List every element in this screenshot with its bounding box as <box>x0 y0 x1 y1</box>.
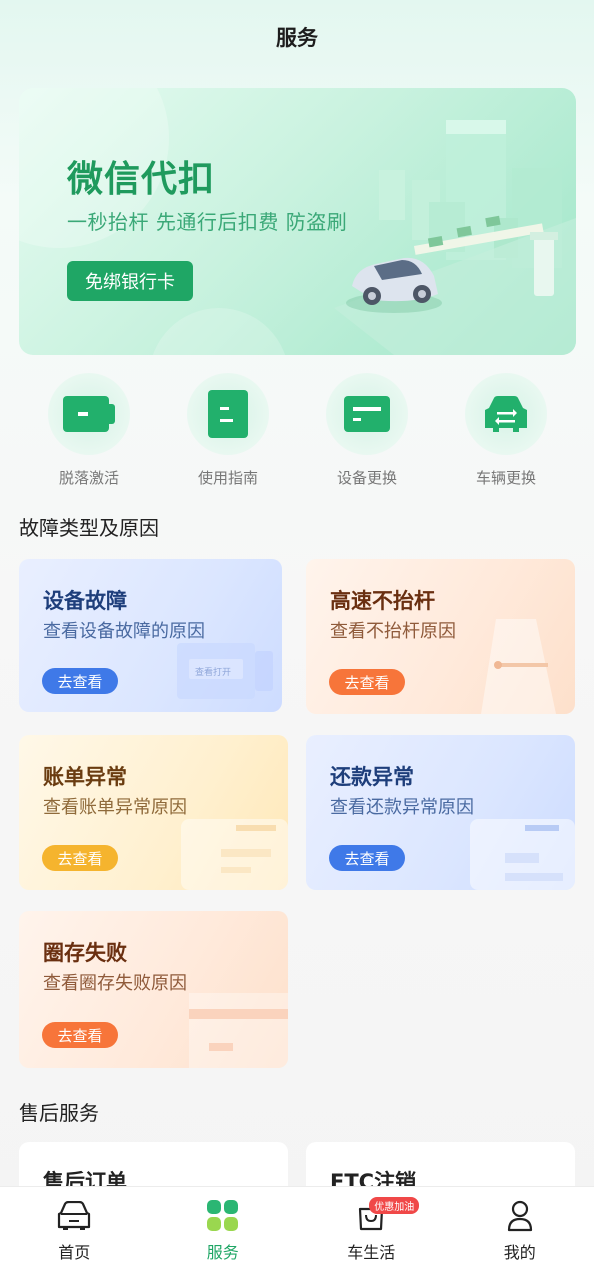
fault-card-no-lift[interactable]: 高速不抬杆 查看不抬杆原因 去查看 <box>306 559 575 714</box>
fault-card-desc: 查看不抬杆原因 <box>330 621 456 642</box>
banner-subtitle: 一秒抬杆 先通行后扣费 防盗刷 <box>67 210 348 234</box>
quick-action-label: 脱落激活 <box>58 469 119 487</box>
fault-card-desc: 查看还款异常原因 <box>330 797 474 818</box>
quick-actions: 脱落激活 使用指南 设备更换 车辆更换 <box>19 373 576 493</box>
quick-action-detach-activate[interactable]: 脱落激活 <box>39 373 139 493</box>
fault-section-title: 故障类型及原因 <box>19 516 159 540</box>
quick-action-icon-bg <box>48 373 130 455</box>
car-swap-icon <box>485 396 527 432</box>
tab-label: 首页 <box>58 1243 91 1262</box>
tab-car-life[interactable]: 优惠加油 车生活 <box>297 1187 446 1280</box>
wallet-illustration <box>189 993 288 1068</box>
quick-action-user-guide[interactable]: 使用指南 <box>178 373 278 493</box>
device-screen-text: 查看打开 <box>195 668 232 678</box>
quick-action-label: 车辆更换 <box>475 469 536 487</box>
view-button[interactable]: 去查看 <box>42 845 118 871</box>
guide-book-icon <box>208 390 248 438</box>
card-swap-icon <box>344 396 390 432</box>
fault-card-desc: 查看设备故障的原因 <box>43 621 205 642</box>
quick-action-icon-bg <box>465 373 547 455</box>
fault-card-title: 圈存失败 <box>43 941 127 965</box>
promo-badge: 优惠加油 <box>369 1197 420 1214</box>
toll-gate-illustration <box>334 120 576 355</box>
page-title: 服务 <box>276 26 318 50</box>
fault-card-device[interactable]: 查看打开 设备故障 查看设备故障的原因 去查看 <box>19 559 282 712</box>
fault-card-title: 还款异常 <box>330 765 414 789</box>
device-card-icon <box>63 396 115 432</box>
tab-mine[interactable]: 我的 <box>446 1187 594 1280</box>
phone-illustration <box>470 819 575 890</box>
tab-service[interactable]: 服务 <box>149 1187 298 1280</box>
tab-home[interactable]: 首页 <box>0 1187 149 1280</box>
fault-card-title: 账单异常 <box>43 765 127 789</box>
fault-card-title: 高速不抬杆 <box>330 589 435 613</box>
quick-action-label: 使用指南 <box>197 469 258 487</box>
quick-action-icon-bg <box>187 373 269 455</box>
user-icon <box>503 1199 537 1233</box>
fault-card-repayment[interactable]: 还款异常 查看还款异常原因 去查看 <box>306 735 575 890</box>
banner-title: 微信代扣 <box>67 159 216 200</box>
view-button[interactable]: 去查看 <box>42 1022 118 1048</box>
quick-action-device-replace[interactable]: 设备更换 <box>317 373 417 493</box>
tab-label: 车生活 <box>347 1243 396 1262</box>
road-barrier-illustration <box>481 619 556 714</box>
bottom-tab-bar: 首页 服务 优惠加油 车生活 我的 <box>0 1186 594 1280</box>
view-button[interactable]: 去查看 <box>329 845 405 871</box>
quick-action-vehicle-replace[interactable]: 车辆更换 <box>456 373 556 493</box>
view-button[interactable]: 去查看 <box>329 669 405 695</box>
fault-card-desc: 查看圈存失败原因 <box>43 973 187 994</box>
fault-card-bill[interactable]: 账单异常 查看账单异常原因 去查看 <box>19 735 288 890</box>
bill-illustration <box>181 819 288 890</box>
quick-action-label: 设备更换 <box>336 469 397 487</box>
banner-decor-circle <box>149 308 289 355</box>
quick-action-icon-bg <box>326 373 408 455</box>
fault-card-desc: 查看账单异常原因 <box>43 797 187 818</box>
wechat-pay-banner[interactable]: 微信代扣 一秒抬杆 先通行后扣费 防盗刷 免绑银行卡 <box>19 88 576 355</box>
tab-label: 服务 <box>206 1243 239 1262</box>
no-bank-card-button[interactable]: 免绑银行卡 <box>67 261 193 301</box>
fault-card-title: 设备故障 <box>43 589 127 613</box>
car-front-icon <box>57 1199 91 1233</box>
fault-card-load-fail[interactable]: 圈存失败 查看圈存失败原因 去查看 <box>19 911 288 1068</box>
tab-label: 我的 <box>503 1243 536 1262</box>
grid-icon <box>206 1199 240 1233</box>
after-sales-section-title: 售后服务 <box>19 1101 99 1125</box>
view-button[interactable]: 去查看 <box>42 668 118 694</box>
